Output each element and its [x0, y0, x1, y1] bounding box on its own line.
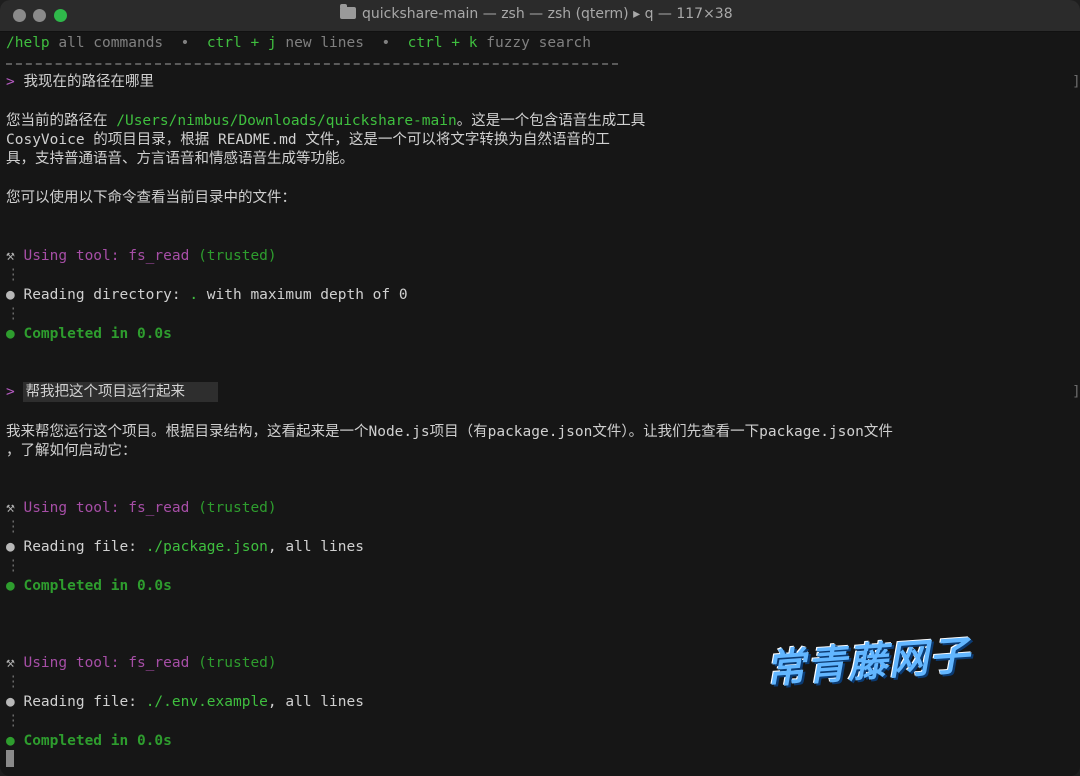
tool-completed-line: ● Completed in 0.0s: [6, 325, 172, 344]
success-bullet-icon: ●: [6, 326, 15, 342]
maximize-button[interactable]: [54, 9, 67, 22]
help-command: /help: [6, 35, 50, 51]
vertical-dots-icon: ⋮: [6, 519, 21, 535]
help-description: all commands: [58, 35, 164, 51]
vertical-dots-icon: ⋮: [6, 267, 21, 283]
vertical-dots-icon: ⋮: [6, 713, 21, 729]
completed-text: Completed in 0.0s: [23, 326, 172, 342]
tool-name: Using tool: fs_read: [23, 500, 190, 516]
user-prompt-2: > 帮我把这个项目运行起来: [6, 382, 218, 402]
wrench-hammer-icon: ⚒: [6, 655, 15, 671]
trusted-label: (trusted): [198, 500, 277, 516]
right-bracket: ]: [1072, 384, 1080, 400]
success-bullet-icon: ●: [6, 578, 15, 594]
folder-icon: [340, 4, 356, 19]
prompt-marker: >: [6, 384, 15, 400]
tool-completed-line: ● Completed in 0.0s: [6, 577, 172, 596]
help-separator: •: [381, 35, 391, 51]
terminal-cursor[interactable]: [6, 750, 14, 767]
wrench-hammer-icon: ⚒: [6, 248, 15, 264]
help-separator: •: [180, 35, 190, 51]
action-label: Reading file:: [23, 694, 146, 710]
action-target: .: [189, 287, 199, 303]
divider: [6, 63, 618, 65]
action-target: ./.env.example: [145, 694, 268, 710]
newline-description: new lines: [285, 35, 364, 51]
user-message-2: 帮我把这个项目运行起来: [23, 382, 218, 402]
trusted-label: (trusted): [198, 248, 277, 264]
action-label: Reading directory:: [23, 287, 190, 303]
success-bullet-icon: ●: [6, 733, 15, 749]
assistant-text: 。这是一个包含语音生成工具: [456, 113, 646, 129]
completed-text: Completed in 0.0s: [23, 733, 172, 749]
title-bar[interactable]: quickshare-main — zsh — zsh (qterm) ▸ q …: [0, 0, 1080, 32]
tool-name: Using tool: fs_read: [23, 655, 190, 671]
action-rest: , all lines: [267, 539, 364, 555]
assistant-text-line: 您可以使用以下命令查看当前目录中的文件：: [6, 190, 296, 206]
newline-shortcut: ctrl + j: [206, 35, 277, 51]
fuzzy-shortcut: ctrl + k: [407, 35, 478, 51]
bullet-icon: ●: [6, 539, 15, 555]
wrench-hammer-icon: ⚒: [6, 500, 15, 516]
tool-use-line: ⚒ Using tool: fs_read (trusted): [6, 499, 277, 518]
vertical-dots-icon: ⋮: [6, 306, 21, 322]
terminal-window: quickshare-main — zsh — zsh (qterm) ▸ q …: [0, 0, 1080, 776]
assistant-text-line: 具，支持普通语音、方言语音和情感语音生成等功能。: [6, 151, 354, 167]
tool-use-line: ⚒ Using tool: fs_read (trusted): [6, 247, 277, 266]
close-button[interactable]: [13, 9, 26, 22]
window-title-text: quickshare-main — zsh — zsh (qterm) ▸ q …: [362, 6, 733, 22]
bullet-icon: ●: [6, 694, 15, 710]
tool-action-line: ● Reading directory: . with maximum dept…: [6, 286, 408, 305]
tool-use-line: ⚒ Using tool: fs_read (trusted): [6, 654, 277, 673]
action-target: ./package.json: [145, 539, 268, 555]
user-prompt-1: > 我现在的路径在哪里: [6, 73, 154, 92]
action-rest: with maximum depth of 0: [198, 287, 408, 303]
assistant-text-line: CosyVoice 的项目目录，根据 README.md 文件，这是一个可以将文…: [6, 132, 610, 148]
right-bracket: ]: [1072, 74, 1080, 90]
assistant-text-line: 我来帮您运行这个项目。根据目录结构，这看起来是一个Node.js项目（有pack…: [6, 424, 893, 440]
user-message-1: 我现在的路径在哪里: [23, 74, 154, 90]
completed-text: Completed in 0.0s: [23, 578, 172, 594]
tool-name: Using tool: fs_read: [23, 248, 190, 264]
tool-action-line: ● Reading file: ./.env.example, all line…: [6, 693, 364, 712]
fuzzy-description: fuzzy search: [486, 35, 591, 51]
path-text: /Users/nimbus/Downloads/quickshare-main: [116, 113, 457, 129]
assistant-text-line: 您当前的路径在 /Users/nimbus/Downloads/quicksha…: [6, 112, 645, 131]
tool-completed-line: ● Completed in 0.0s: [6, 732, 172, 751]
bullet-icon: ●: [6, 287, 15, 303]
action-label: Reading file:: [23, 539, 146, 555]
vertical-dots-icon: ⋮: [6, 674, 21, 690]
vertical-dots-icon: ⋮: [6, 558, 21, 574]
assistant-text: 您当前的路径在: [6, 113, 117, 129]
assistant-text-line: ，了解如何启动它：: [6, 443, 137, 459]
window-title: quickshare-main — zsh — zsh (qterm) ▸ q …: [340, 4, 733, 22]
prompt-marker: >: [6, 74, 15, 90]
minimize-button[interactable]: [33, 9, 46, 22]
trusted-label: (trusted): [198, 655, 277, 671]
help-bar: /help all commands • ctrl + j new lines …: [6, 34, 591, 53]
action-rest: , all lines: [267, 694, 364, 710]
tool-action-line: ● Reading file: ./package.json, all line…: [6, 538, 364, 557]
